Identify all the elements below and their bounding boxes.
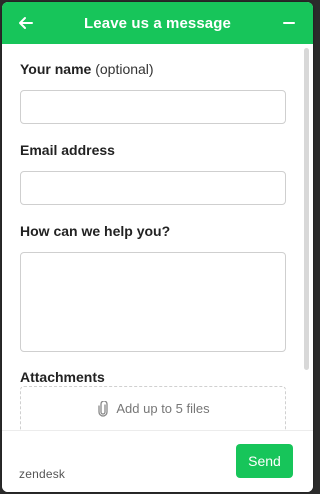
name-field[interactable] — [20, 90, 286, 124]
minus-icon[interactable] — [279, 13, 299, 33]
attachments-label: Attachments — [20, 369, 105, 385]
name-label-text: Your name — [20, 61, 92, 77]
widget-title: Leave us a message — [84, 14, 231, 32]
optional-hint: (optional) — [95, 61, 154, 77]
dropzone-text: Add up to 5 files — [116, 401, 210, 416]
email-label: Email address — [20, 142, 115, 158]
message-label: How can we help you? — [20, 223, 171, 239]
email-field[interactable] — [20, 171, 286, 205]
scrollbar-thumb[interactable] — [304, 48, 309, 370]
name-label: Your name (optional) — [20, 61, 154, 77]
widget-header: Leave us a message — [2, 2, 313, 44]
arrow-left-icon[interactable] — [16, 13, 36, 33]
widget-footer: zendesk Send — [2, 430, 313, 492]
paperclip-icon — [98, 400, 109, 417]
attachments-dropzone[interactable]: Add up to 5 files — [20, 386, 286, 430]
message-textarea[interactable] — [20, 252, 286, 352]
message-widget: Leave us a message Your name (optional) … — [2, 2, 313, 492]
send-button[interactable]: Send — [236, 444, 293, 478]
zendesk-logo[interactable]: zendesk — [19, 467, 65, 481]
form-content[interactable]: Your name (optional) Email address How c… — [2, 44, 313, 430]
